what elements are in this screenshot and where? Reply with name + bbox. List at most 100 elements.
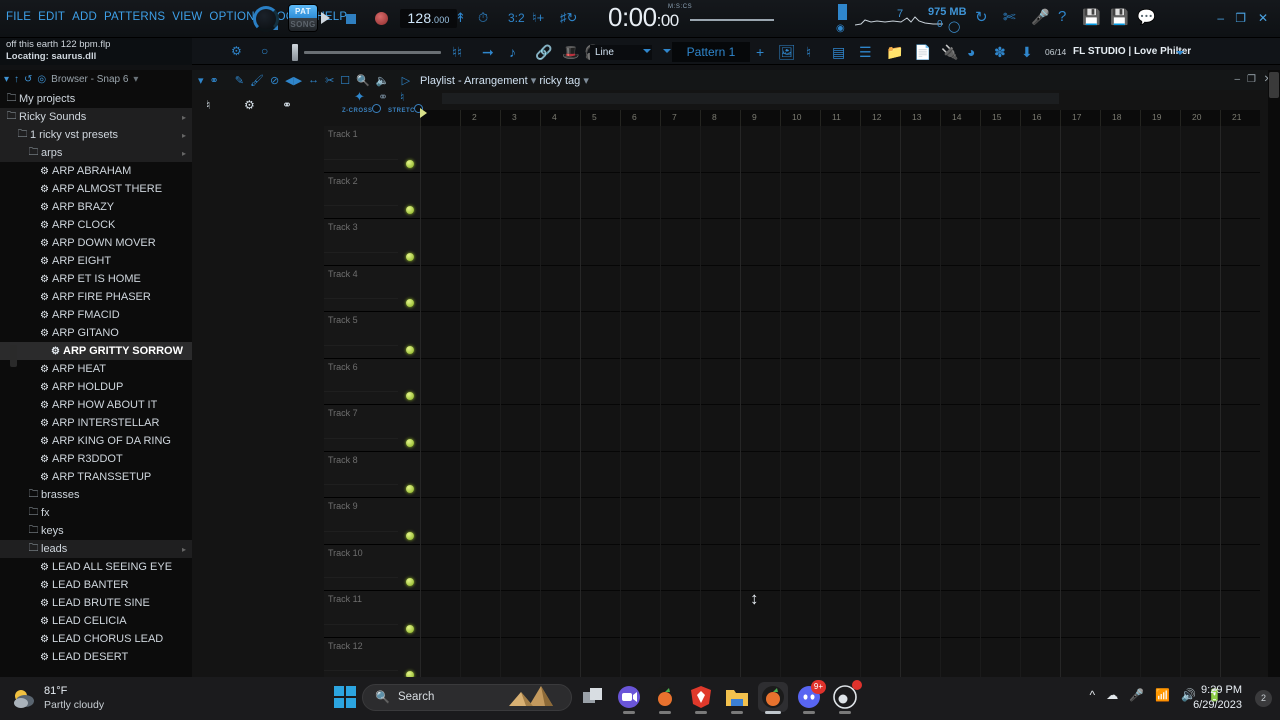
browser-item-my-projects[interactable]: 🗀 My projects: [0, 90, 192, 108]
new-file-icon[interactable]: 📄: [914, 44, 931, 61]
browser-item-arp-clock[interactable]: ⚙ ARP CLOCK: [0, 216, 192, 234]
playlist-vertical-scrollbar[interactable]: ▲: [1268, 70, 1280, 677]
browser-item-arp-fire-phaser[interactable]: ⚙ ARP FIRE PHASER: [0, 288, 192, 306]
grid-row[interactable]: [420, 219, 1260, 265]
track-name[interactable]: Track 4: [328, 269, 358, 279]
track-name[interactable]: Track 11: [328, 594, 362, 604]
browser-item-arp-brazy[interactable]: ⚙ ARP BRAZY: [0, 198, 192, 216]
browser-item-brasses[interactable]: 🗀 brasses: [0, 486, 192, 504]
mute-tool-icon[interactable]: ⊘: [270, 74, 279, 87]
keyboard-icon[interactable]: ♮: [400, 90, 404, 104]
minimize-button[interactable]: –: [1217, 11, 1224, 25]
browser-item-arp-almost-there[interactable]: ⚙ ARP ALMOST THERE: [0, 180, 192, 198]
microphone-icon[interactable]: 🎤: [1031, 8, 1050, 26]
taskbar-zoom[interactable]: [614, 682, 644, 714]
browser-item-arps[interactable]: 🗀 arps ▸: [0, 144, 192, 162]
playlist-arrangement-caret[interactable]: ▾: [583, 75, 589, 87]
playlist-ruler[interactable]: 2 3 4 5 6 7 8 9 10 11 12 13 14 15 16 17 18 19 20 21: [420, 110, 1260, 126]
track-header[interactable]: Track 4: [324, 265, 420, 312]
select-tool-icon[interactable]: ✂: [325, 74, 334, 87]
browser-item-lead-desert[interactable]: ⚙ LEAD DESERT: [0, 648, 192, 666]
playlist-grid[interactable]: [420, 126, 1260, 677]
browser-snap-icon[interactable]: ◎: [37, 74, 46, 85]
track-enable-led[interactable]: [406, 531, 414, 540]
track-enable-led[interactable]: [406, 252, 414, 261]
slip-tool-icon[interactable]: ◀▶: [285, 74, 302, 87]
start-button[interactable]: [334, 686, 356, 708]
crossfade-icon[interactable]: ✦: [354, 89, 365, 105]
stop-button[interactable]: [346, 14, 356, 24]
hint-slider-knob[interactable]: [292, 44, 298, 61]
taskbar-obs[interactable]: [830, 680, 862, 714]
grid-row[interactable]: [420, 405, 1260, 451]
taskbar-discord[interactable]: 9+: [794, 680, 826, 714]
playback-tool-icon[interactable]: 🔈: [376, 74, 390, 87]
track-enable-led[interactable]: [406, 345, 414, 354]
track-header[interactable]: Track 5: [324, 312, 420, 359]
scrollbar-thumb[interactable]: [1269, 72, 1279, 98]
zoom-select-icon[interactable]: ☐: [340, 74, 350, 87]
weather-widget[interactable]: 81°F Partly cloudy: [44, 684, 104, 712]
tray-expand-icon[interactable]: ^: [1090, 688, 1096, 702]
track-name[interactable]: Track 3: [328, 222, 358, 232]
automation-clip-icon[interactable]: ⚭: [282, 98, 292, 112]
note-tool-icon[interactable]: ♪: [509, 44, 516, 60]
playlist-menu-caret-icon[interactable]: ▾: [198, 74, 204, 87]
browser-item-arp-et-is-home[interactable]: ⚙ ARP ET IS HOME: [0, 270, 192, 288]
track-enable-led[interactable]: [406, 438, 414, 447]
chevron-right-icon[interactable]: ▸: [182, 545, 186, 554]
top-hat-icon[interactable]: 🎩: [562, 44, 579, 61]
metronome-icon[interactable]: ⏱: [478, 9, 488, 27]
track-header[interactable]: Track 11: [324, 591, 420, 638]
plugin-picker-icon[interactable]: 🔌: [941, 44, 958, 61]
download-icon[interactable]: ⬇: [1021, 44, 1033, 61]
tempo-display[interactable]: 128.000: [400, 9, 457, 28]
browser-item-lead-brute-sine[interactable]: ⚙ LEAD BRUTE SINE: [0, 594, 192, 612]
chevron-right-icon[interactable]: ▸: [182, 149, 186, 158]
audio-clip-icon[interactable]: ⚙: [244, 98, 255, 112]
track-header[interactable]: Track 1: [324, 126, 420, 173]
playlist-maximize-button[interactable]: ❐: [1247, 74, 1256, 85]
browser-resize-handle[interactable]: [10, 345, 17, 367]
close-button[interactable]: ✕: [1258, 11, 1268, 25]
track-name[interactable]: Track 1: [328, 129, 358, 139]
browser-item-arp-transsetup[interactable]: ⚙ ARP TRANSSETUP: [0, 468, 192, 486]
track-name[interactable]: Track 9: [328, 501, 358, 511]
notification-center-button[interactable]: 2: [1255, 690, 1272, 707]
mixer-icon[interactable]: ☰: [859, 44, 872, 61]
hint-slider-track[interactable]: [304, 51, 441, 54]
snap-dropdown-caret[interactable]: [643, 49, 651, 53]
browser-icon[interactable]: 📁: [886, 44, 903, 61]
playhead-marker[interactable]: [420, 108, 427, 118]
pencil-tool-icon[interactable]: ✎: [235, 74, 244, 87]
meter-toggle-icon[interactable]: ◉: [836, 23, 845, 34]
track-name[interactable]: Track 7: [328, 408, 358, 418]
menu-item-file[interactable]: FILE: [6, 11, 31, 23]
browser-item-ricky-sounds[interactable]: 🗀 Ricky Sounds ▸: [0, 108, 192, 126]
menu-item-view[interactable]: VIEW: [172, 11, 202, 23]
track-header[interactable]: Track 6: [324, 358, 420, 405]
playlist-minimize-button[interactable]: –: [1234, 74, 1240, 85]
play-button[interactable]: [321, 12, 330, 24]
browser-menu-caret-icon[interactable]: ▾: [133, 74, 138, 85]
browser-item-arp-gitano[interactable]: ⚙ ARP GITANO: [0, 324, 192, 342]
stretch-tool-icon[interactable]: ⚭: [378, 90, 388, 104]
browser-item-arp-holdup[interactable]: ⚙ ARP HOLDUP: [0, 378, 192, 396]
taskbar-fl-studio-active[interactable]: [758, 682, 788, 714]
grid-row[interactable]: [420, 544, 1260, 590]
track-header[interactable]: Track 7: [324, 405, 420, 452]
track-header[interactable]: Track 10: [324, 544, 420, 591]
browser-item-arp-fmacid[interactable]: ⚙ ARP FMACID: [0, 306, 192, 324]
playlist-play-icon[interactable]: ▷: [402, 74, 410, 87]
grid-row[interactable]: [420, 498, 1260, 544]
track-enable-led[interactable]: [406, 206, 414, 214]
browser-item-lead-banter[interactable]: ⚙ LEAD BANTER: [0, 576, 192, 594]
fader-icon[interactable]: ○: [261, 44, 268, 58]
help-icon[interactable]: ?: [1058, 8, 1066, 25]
browser-item-fx[interactable]: 🗀 fx: [0, 504, 192, 522]
chevron-right-icon[interactable]: ▸: [182, 113, 186, 122]
grid-row[interactable]: [420, 591, 1260, 637]
browser-up-icon[interactable]: ↑: [14, 74, 19, 85]
taskbar-task-view[interactable]: [578, 682, 608, 712]
search-box[interactable]: 🔍 Search: [362, 683, 572, 711]
